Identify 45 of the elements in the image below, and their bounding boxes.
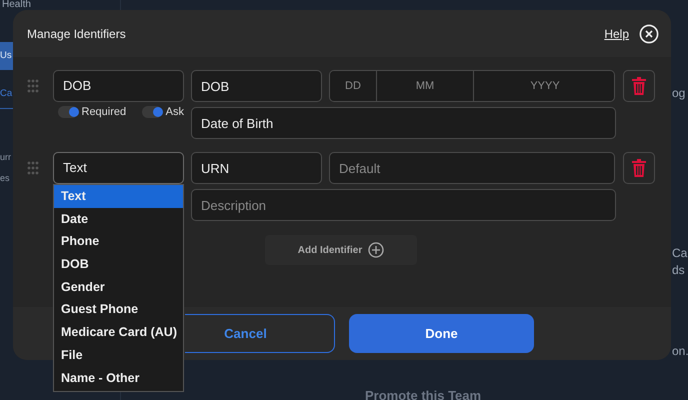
description-field[interactable]: Description (191, 189, 616, 221)
type-select[interactable]: DOB (53, 70, 184, 102)
delete-button[interactable] (623, 70, 655, 102)
drag-handle-icon[interactable] (27, 79, 39, 93)
dropdown-option[interactable]: DOB (54, 253, 183, 276)
date-part-field[interactable]: YYYY (473, 71, 614, 101)
type-select[interactable]: Text (53, 152, 184, 184)
toggle-label: Ask (166, 106, 184, 118)
done-button[interactable]: Done (349, 314, 534, 353)
page-text: on. (672, 344, 688, 358)
sidebar-text: es (0, 173, 10, 183)
date-part-field[interactable]: DD (330, 71, 376, 101)
description-field[interactable]: Date of Birth (191, 107, 616, 139)
delete-button[interactable] (623, 152, 655, 184)
close-icon[interactable] (639, 24, 659, 44)
plus-icon (368, 242, 384, 258)
dropdown-option[interactable]: Medicare Card (AU) (54, 321, 183, 344)
dropdown-option[interactable]: Gender (54, 276, 183, 298)
toggle-label: Required (82, 106, 126, 118)
help-link[interactable]: Help (604, 26, 629, 40)
dropdown-option[interactable]: Name - Other (54, 366, 183, 390)
section-title: Promote this Team (365, 388, 482, 400)
toggle-switch[interactable] (142, 106, 162, 118)
default-field[interactable]: Default (329, 152, 615, 184)
dropdown-option[interactable]: File (54, 344, 183, 366)
sidebar-text: urr (0, 152, 11, 162)
drag-handle-icon[interactable] (27, 161, 39, 175)
page-text: ds (672, 263, 685, 277)
dialog-title: Manage Identifiers (27, 26, 126, 40)
dropdown-option[interactable]: Guest Phone (54, 298, 183, 322)
trash-icon (632, 77, 646, 95)
page-text: og (672, 86, 686, 100)
name-field[interactable]: URN (191, 152, 322, 184)
name-field[interactable]: DOB (191, 70, 322, 102)
sidebar-title: Health (2, 0, 31, 10)
add-identifier-button[interactable]: Add Identifier (265, 235, 417, 265)
trash-icon (632, 159, 646, 177)
page-text: Ca (672, 246, 688, 260)
dropdown-option[interactable]: Date (54, 208, 183, 230)
dropdown-option[interactable]: Phone (54, 230, 183, 254)
sidebar-item[interactable]: Us (0, 42, 13, 70)
toggle-switch[interactable] (58, 106, 78, 118)
dropdown-option[interactable]: Text (54, 185, 183, 208)
cancel-button[interactable]: Cancel (185, 314, 335, 353)
date-part-field[interactable]: MM (376, 71, 473, 101)
